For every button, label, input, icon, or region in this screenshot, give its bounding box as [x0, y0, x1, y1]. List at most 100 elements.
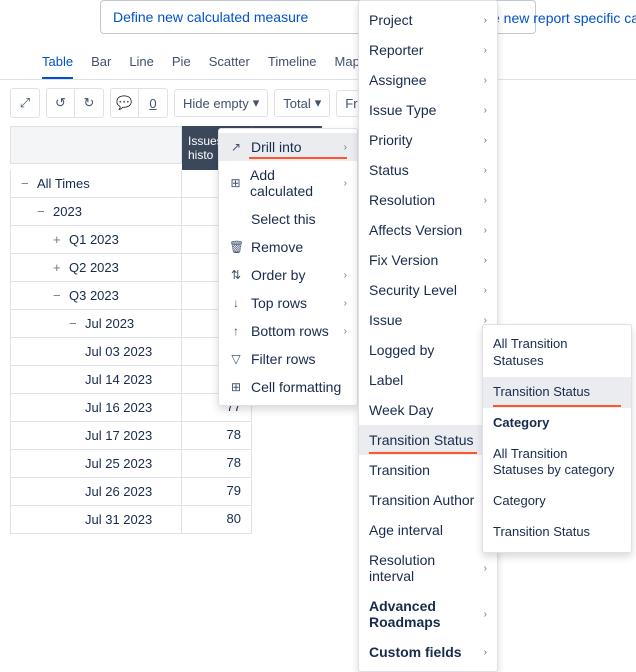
- collapse-icon[interactable]: −: [69, 316, 81, 331]
- submenu-item-label: Status: [369, 162, 476, 178]
- submenu-item[interactable]: Category: [483, 408, 631, 439]
- menu-item[interactable]: ↑Bottom rows›: [219, 317, 357, 345]
- expand-icon[interactable]: +: [53, 260, 65, 275]
- menu-item-icon: ▽: [229, 352, 243, 366]
- tool-group-2: ↺ ↻: [46, 88, 104, 118]
- menu-item-label: Cell formatting: [251, 379, 341, 395]
- data-cell[interactable]: 80: [182, 506, 252, 534]
- submenu-item[interactable]: Logged by›: [359, 335, 497, 365]
- submenu-item[interactable]: Transition›: [359, 455, 497, 485]
- chevron-right-icon: ›: [484, 647, 487, 658]
- submenu-item[interactable]: Status›: [359, 155, 497, 185]
- comment-icon[interactable]: 💬: [111, 89, 139, 117]
- chevron-right-icon: ›: [484, 75, 487, 86]
- submenu-item-label: Transition Status: [369, 432, 476, 448]
- row-label[interactable]: Jul 17 2023: [10, 422, 182, 450]
- chevron-right-icon: ›: [484, 255, 487, 266]
- submenu-item[interactable]: All Transition Statuses: [483, 329, 631, 377]
- data-cell[interactable]: 78: [182, 450, 252, 478]
- submenu-item[interactable]: Reporter›: [359, 35, 497, 65]
- data-cell[interactable]: 79: [182, 478, 252, 506]
- tab-line[interactable]: Line: [129, 46, 154, 79]
- submenu-item[interactable]: Transition Status: [483, 377, 631, 408]
- row-label[interactable]: Jul 14 2023: [10, 366, 182, 394]
- submenu-item[interactable]: Affects Version›: [359, 215, 497, 245]
- total-dropdown[interactable]: Total ▾: [274, 89, 330, 117]
- tab-bar[interactable]: Bar: [91, 46, 111, 79]
- collapse-icon[interactable]: −: [53, 288, 65, 303]
- expand-icon[interactable]: +: [53, 232, 65, 247]
- submenu-item-label: Logged by: [369, 342, 476, 358]
- submenu-item[interactable]: Resolution interval›: [359, 545, 497, 591]
- submenu-item[interactable]: Issue Type›: [359, 95, 497, 125]
- menu-item-label: Remove: [251, 239, 303, 255]
- format-icon[interactable]: 0: [139, 89, 167, 117]
- tab-scatter[interactable]: Scatter: [209, 46, 250, 79]
- menu-item[interactable]: ⊞Add calculated›: [219, 161, 357, 205]
- row-label[interactable]: −2023: [10, 198, 182, 226]
- tab-pie[interactable]: Pie: [172, 46, 191, 79]
- tab-timeline[interactable]: Timeline: [268, 46, 317, 79]
- row-label[interactable]: −All Times: [10, 170, 182, 198]
- menu-item-label: Select this: [251, 211, 316, 227]
- submenu-item[interactable]: Transition Status›: [359, 425, 497, 455]
- chevron-right-icon: ›: [484, 45, 487, 56]
- submenu-item[interactable]: Label›: [359, 365, 497, 395]
- chevron-down-icon: ▾: [315, 95, 322, 111]
- menu-item[interactable]: ⊞Cell formatting: [219, 373, 357, 401]
- submenu-item[interactable]: Transition Author›: [359, 485, 497, 515]
- expand-icon[interactable]: ⤢: [11, 89, 39, 117]
- row-label[interactable]: Jul 25 2023: [10, 450, 182, 478]
- submenu-item[interactable]: Fix Version›: [359, 245, 497, 275]
- row-label[interactable]: Jul 03 2023: [10, 338, 182, 366]
- submenu-item[interactable]: Security Level›: [359, 275, 497, 305]
- menu-item[interactable]: ↓Top rows›: [219, 289, 357, 317]
- submenu-item[interactable]: Transition Status: [483, 517, 631, 548]
- submenu-item-label: Affects Version: [369, 222, 476, 238]
- row-label-text: Jul 25 2023: [85, 456, 152, 471]
- submenu-item[interactable]: Issue›: [359, 305, 497, 335]
- submenu-item[interactable]: Week Day›: [359, 395, 497, 425]
- submenu-item[interactable]: Project›: [359, 5, 497, 35]
- submenu-item[interactable]: Resolution›: [359, 185, 497, 215]
- chevron-right-icon: ›: [344, 298, 347, 309]
- menu-item-label: Bottom rows: [251, 323, 329, 339]
- row-label[interactable]: Jul 31 2023: [10, 506, 182, 534]
- undo-icon[interactable]: ↺: [47, 89, 75, 117]
- tab-table[interactable]: Table: [42, 46, 73, 79]
- menu-item[interactable]: ▽Filter rows: [219, 345, 357, 373]
- submenu-item[interactable]: Category: [483, 486, 631, 517]
- submenu-item-label: Category: [493, 415, 621, 432]
- submenu-item[interactable]: Custom fields›: [359, 637, 497, 667]
- submenu-item[interactable]: Assignee›: [359, 65, 497, 95]
- menu-item[interactable]: ⇅Order by›: [219, 261, 357, 289]
- menu-item-label: Add calculated: [250, 167, 336, 199]
- collapse-icon[interactable]: −: [21, 176, 33, 191]
- chevron-right-icon: ›: [484, 15, 487, 26]
- row-label[interactable]: Jul 16 2023: [10, 394, 182, 422]
- menu-item[interactable]: 🗑Remove: [219, 233, 357, 261]
- chevron-right-icon: ›: [484, 195, 487, 206]
- row-label[interactable]: +Q2 2023: [10, 254, 182, 282]
- collapse-icon[interactable]: −: [37, 204, 49, 219]
- row-label[interactable]: Jul 26 2023: [10, 478, 182, 506]
- partial-link[interactable]: e new report specific calculated: [492, 10, 636, 26]
- redo-icon[interactable]: ↻: [75, 89, 103, 117]
- submenu-item[interactable]: All Transition Statuses by category: [483, 439, 631, 487]
- row-label[interactable]: +Q1 2023: [10, 226, 182, 254]
- hide-empty-dropdown[interactable]: Hide empty ▾: [174, 89, 268, 117]
- data-cell[interactable]: 78: [182, 422, 252, 450]
- menu-item[interactable]: Select this: [219, 205, 357, 233]
- submenu-item-label: Issue Type: [369, 102, 476, 118]
- chevron-right-icon: ›: [484, 135, 487, 146]
- tab-map[interactable]: Map: [335, 46, 360, 79]
- define-measure-link[interactable]: Define new calculated measure: [113, 9, 308, 25]
- row-label[interactable]: −Q3 2023: [10, 282, 182, 310]
- submenu-item-label: All Transition Statuses by category: [493, 446, 621, 480]
- menu-item[interactable]: ↗Drill into›: [219, 133, 357, 161]
- row-label[interactable]: −Jul 2023: [10, 310, 182, 338]
- submenu-item-label: Resolution interval: [369, 552, 476, 584]
- submenu-item[interactable]: Priority›: [359, 125, 497, 155]
- submenu-item[interactable]: Age interval›: [359, 515, 497, 545]
- submenu-item[interactable]: Advanced Roadmaps›: [359, 591, 497, 637]
